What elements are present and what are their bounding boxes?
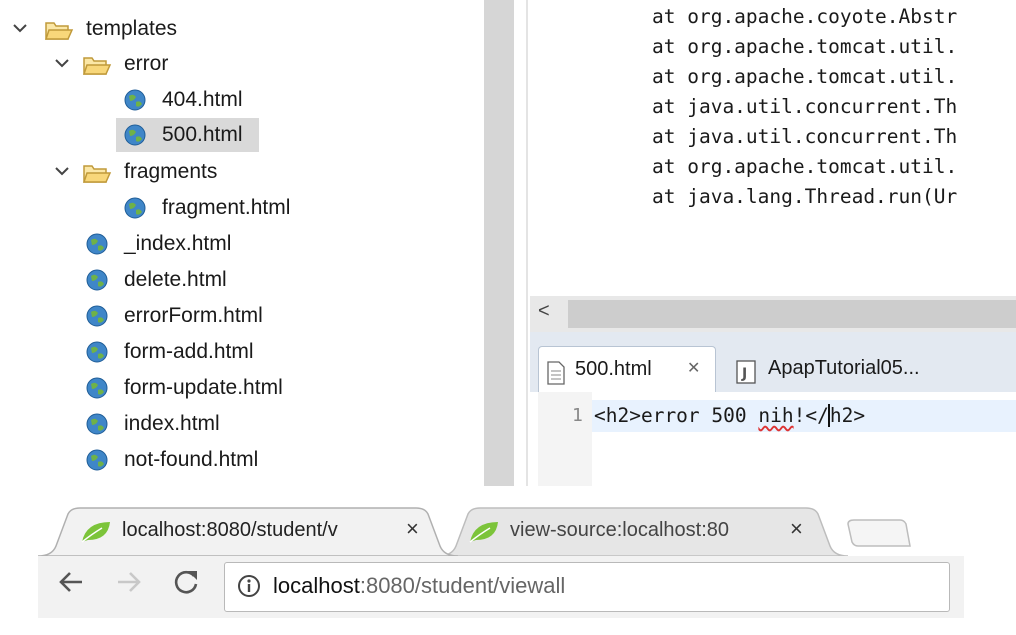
console-line: at org.apache.tomcat.util. xyxy=(652,65,958,88)
spring-leaf-icon xyxy=(80,520,112,549)
tree-label: error xyxy=(124,52,169,75)
chevron-down-icon[interactable] xyxy=(52,155,72,189)
folder-open-icon xyxy=(44,18,74,42)
web-file-icon xyxy=(86,341,108,363)
editor-tab-500-html[interactable]: 500.html ✕ xyxy=(538,346,716,393)
web-file-icon xyxy=(86,377,108,399)
tree-label: 500.html xyxy=(162,123,243,146)
info-icon[interactable] xyxy=(237,574,261,603)
code-text: !</ xyxy=(793,404,829,427)
address-bar[interactable]: localhost:8080/student/viewall xyxy=(224,562,950,612)
web-file-icon xyxy=(86,233,108,255)
tree-label: fragments xyxy=(124,160,218,183)
line-number-gutter xyxy=(538,392,592,486)
console-output: at org.apache.coyote.Abstr at org.apache… xyxy=(530,0,1016,296)
line-number: 1 xyxy=(572,405,583,426)
code-text: h2> xyxy=(829,404,866,427)
code-editor[interactable]: 1 <h2>error 500 nih!</h2> xyxy=(530,392,1016,486)
url-path: :8080/student/viewall xyxy=(359,573,566,598)
folder-open-icon xyxy=(82,161,112,185)
web-file-icon xyxy=(124,89,146,111)
tree-label: fragment.html xyxy=(162,196,291,219)
tree-label: _index.html xyxy=(124,232,232,255)
back-arrow-icon[interactable] xyxy=(58,568,84,603)
panel-divider[interactable] xyxy=(526,0,528,486)
console-line: at java.util.concurrent.Th xyxy=(652,95,958,118)
console-line: at org.apache.tomcat.util. xyxy=(652,155,958,178)
editor-tab-label: 500.html xyxy=(575,358,652,380)
browser-tab-localhost[interactable]: localhost:8080/student/v × xyxy=(38,506,458,556)
browser-tab-title: localhost:8080/student/v xyxy=(122,519,338,541)
tree-label: templates xyxy=(86,17,178,40)
web-file-icon xyxy=(86,305,108,327)
code-line[interactable]: <h2>error 500 nih!</h2> xyxy=(594,400,865,432)
folder-open-icon xyxy=(82,53,112,77)
new-tab-button[interactable] xyxy=(842,506,912,556)
web-file-icon xyxy=(124,124,146,146)
misspelled-word: nih xyxy=(758,404,794,427)
tree-label: delete.html xyxy=(124,268,227,291)
close-tab-icon[interactable]: ✕ xyxy=(687,347,700,391)
url-host: localhost xyxy=(273,573,360,598)
chevron-down-icon[interactable] xyxy=(10,12,30,46)
tree-label: not-found.html xyxy=(124,448,259,471)
web-file-icon xyxy=(124,197,146,219)
browser-tab-view-source[interactable]: view-source:localhost:80 × xyxy=(438,506,848,556)
editor-tab-bar: 500.html ✕ J ApapTutorial05... xyxy=(530,332,1016,393)
tree-label: errorForm.html xyxy=(124,304,263,327)
close-tab-icon[interactable]: × xyxy=(406,516,419,542)
browser-tab-strip: view-source:localhost:80 × localhost:808… xyxy=(38,506,964,556)
web-file-icon xyxy=(86,413,108,435)
close-tab-icon[interactable]: × xyxy=(790,516,803,542)
chevron-down-icon[interactable] xyxy=(52,47,72,81)
tree-label: form-add.html xyxy=(124,340,254,363)
vertical-scrollbar[interactable] xyxy=(484,0,514,486)
forward-arrow-icon[interactable] xyxy=(116,568,142,603)
browser-window: view-source:localhost:80 × localhost:808… xyxy=(0,486,1016,635)
web-file-icon xyxy=(86,449,108,471)
console-line: at org.apache.tomcat.util. xyxy=(652,35,958,58)
tree-label: 404.html xyxy=(162,88,243,111)
spring-leaf-icon xyxy=(468,520,500,549)
horizontal-scrollbar[interactable]: < xyxy=(530,296,1016,332)
scrollbar-thumb[interactable] xyxy=(568,300,1016,328)
reload-icon[interactable] xyxy=(172,568,200,603)
web-file-icon xyxy=(86,269,108,291)
tree-label: form-update.html xyxy=(124,376,283,399)
browser-toolbar: localhost:8080/student/viewall xyxy=(38,556,964,618)
code-text: <h2>error 500 xyxy=(594,404,759,427)
browser-tab-title: view-source:localhost:80 xyxy=(510,519,729,541)
svg-text:J: J xyxy=(741,366,747,382)
console-line: at org.apache.coyote.Abstr xyxy=(652,5,958,28)
scroll-left-arrow[interactable]: < xyxy=(538,300,550,323)
console-line: at java.lang.Thread.run(Ur xyxy=(652,185,958,208)
tree-label: index.html xyxy=(124,412,220,435)
url-text[interactable]: localhost:8080/student/viewall xyxy=(273,573,565,599)
console-line: at java.util.concurrent.Th xyxy=(652,125,958,148)
editor-tab-label: ApapTutorial05... xyxy=(768,357,920,379)
project-explorer: templates error 404.html 500.html fragme… xyxy=(0,0,484,486)
editor-tab-apaptutorial[interactable]: J ApapTutorial05... xyxy=(726,346,1016,392)
